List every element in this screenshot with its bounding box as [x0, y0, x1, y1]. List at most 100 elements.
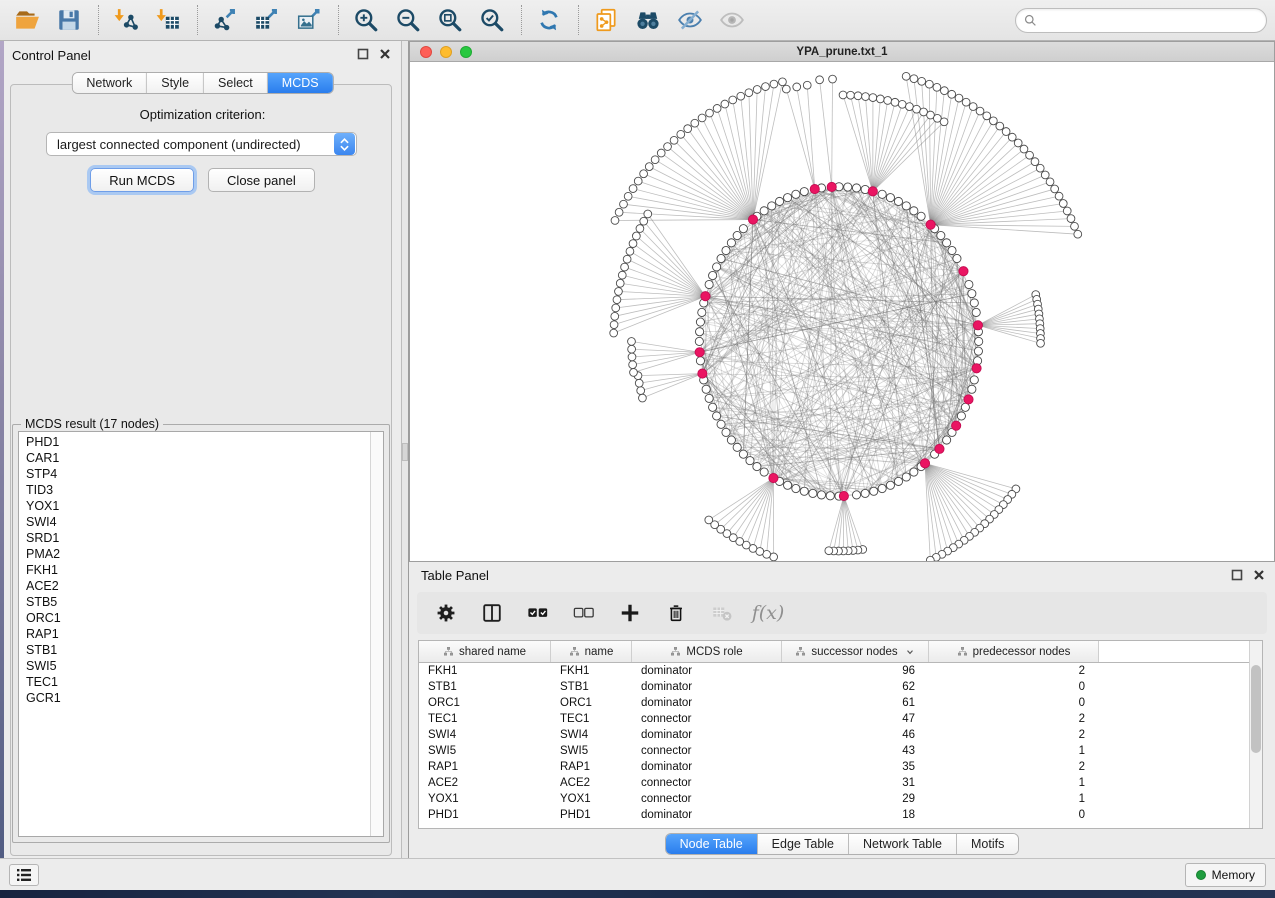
- node-table: shared name name MCDS role: [418, 640, 1263, 829]
- eye-icon[interactable]: [715, 5, 749, 35]
- mcds-result-node[interactable]: FKH1: [19, 562, 369, 578]
- mcds-result-node[interactable]: STP4: [19, 466, 369, 482]
- table-settings-gear-icon[interactable]: [433, 600, 459, 626]
- main-toolbar: [0, 0, 1275, 41]
- import-network-icon[interactable]: [109, 5, 143, 35]
- close-panel-icon[interactable]: [379, 48, 391, 60]
- table-row[interactable]: ORC1 ORC1 dominator 61 0: [419, 695, 1262, 711]
- table-scrollbar-thumb[interactable]: [1251, 665, 1261, 753]
- mcds-result-node[interactable]: TEC1: [19, 674, 369, 690]
- mcds-result-title: MCDS result (17 nodes): [21, 417, 163, 431]
- mcds-result-node[interactable]: SWI5: [19, 658, 369, 674]
- import-table-icon[interactable]: [151, 5, 185, 35]
- zoom-in-icon[interactable]: [349, 5, 383, 35]
- mcds-result-node[interactable]: YOX1: [19, 498, 369, 514]
- control-panel-tab[interactable]: Select: [204, 73, 268, 93]
- mcds-result-node[interactable]: ORC1: [19, 610, 369, 626]
- function-builder-icon[interactable]: f(x): [755, 600, 781, 626]
- memory-button[interactable]: Memory: [1185, 863, 1266, 887]
- mcds-list-scrollbar[interactable]: [370, 432, 383, 836]
- table-row[interactable]: ACE2 ACE2 connector 31 1: [419, 775, 1262, 791]
- select-all-icon[interactable]: [525, 600, 551, 626]
- table-row[interactable]: SWI5 SWI5 connector 43 1: [419, 743, 1262, 759]
- zoom-out-icon[interactable]: [391, 5, 425, 35]
- column-header[interactable]: MCDS role: [632, 641, 782, 662]
- mcds-result-node[interactable]: RAP1: [19, 626, 369, 642]
- eye-slash-icon[interactable]: [673, 5, 707, 35]
- close-table-panel-icon[interactable]: [1253, 569, 1265, 581]
- control-panel-tab[interactable]: MCDS: [268, 73, 333, 93]
- delete-icon[interactable]: [663, 600, 689, 626]
- mcds-result-node[interactable]: CAR1: [19, 450, 369, 466]
- table-row[interactable]: SWI4 SWI4 dominator 46 2: [419, 727, 1262, 743]
- attribute-icon: [670, 646, 681, 657]
- table-tab[interactable]: Edge Table: [758, 834, 849, 854]
- mcds-result-node[interactable]: PHD1: [19, 434, 369, 450]
- table-row[interactable]: TEC1 TEC1 connector 47 2: [419, 711, 1262, 727]
- mcds-result-node[interactable]: TID3: [19, 482, 369, 498]
- column-header[interactable]: name: [551, 641, 632, 662]
- table-tab[interactable]: Node Table: [666, 834, 758, 854]
- control-panel-tab[interactable]: Style: [147, 73, 204, 93]
- zoom-fit-icon[interactable]: [433, 5, 467, 35]
- add-icon[interactable]: [617, 600, 643, 626]
- panel-splitter[interactable]: [401, 41, 409, 858]
- run-mcds-button[interactable]: Run MCDS: [90, 168, 194, 192]
- table-scrollbar[interactable]: [1249, 641, 1262, 828]
- save-session-icon[interactable]: [52, 5, 86, 35]
- float-panel-icon[interactable]: [357, 48, 369, 60]
- mcds-result-node[interactable]: ACE2: [19, 578, 369, 594]
- table-toolbar: f(x): [417, 592, 1267, 634]
- delete-table-icon[interactable]: [709, 600, 735, 626]
- share-document-icon[interactable]: [589, 5, 623, 35]
- close-panel-button[interactable]: Close panel: [208, 168, 315, 192]
- table-panel-title: Table Panel: [421, 568, 489, 583]
- table-panel: Table Panel f(x) shared name: [409, 562, 1275, 858]
- mcds-result-list: PHD1CAR1STP4TID3YOX1SWI4SRD1PMA2FKH1ACE2…: [18, 431, 384, 837]
- mcds-result-node[interactable]: STB1: [19, 642, 369, 658]
- zoom-selected-icon[interactable]: [475, 5, 509, 35]
- optimization-criterion-label: Optimization criterion:: [4, 107, 401, 122]
- table-row[interactable]: YOX1 YOX1 connector 29 1: [419, 791, 1262, 807]
- network-window-titlebar[interactable]: YPA_prune.txt_1: [410, 42, 1274, 62]
- memory-label: Memory: [1212, 868, 1255, 882]
- table-row[interactable]: STB1 STB1 dominator 62 0: [419, 679, 1262, 695]
- export-image-icon[interactable]: [292, 5, 326, 35]
- mcds-result-node[interactable]: PMA2: [19, 546, 369, 562]
- table-tab[interactable]: Network Table: [849, 834, 957, 854]
- control-panel-tab[interactable]: Network: [72, 73, 147, 93]
- network-window: YPA_prune.txt_1: [409, 41, 1275, 562]
- show-columns-icon[interactable]: [479, 600, 505, 626]
- control-panel-tabs: NetworkStyleSelectMCDS: [72, 73, 332, 93]
- attribute-icon: [795, 646, 806, 657]
- mcds-result-node[interactable]: STB5: [19, 594, 369, 610]
- control-panel: Control Panel NetworkStyleSelectMCDS Opt…: [4, 41, 401, 858]
- table-row[interactable]: PHD1 PHD1 dominator 18 0: [419, 807, 1262, 823]
- mcds-result-node[interactable]: GCR1: [19, 690, 369, 706]
- export-network-icon[interactable]: [208, 5, 242, 35]
- column-header[interactable]: shared name: [419, 641, 551, 662]
- deselect-all-icon[interactable]: [571, 600, 597, 626]
- table-row[interactable]: RAP1 RAP1 dominator 35 2: [419, 759, 1262, 775]
- open-file-icon[interactable]: [10, 5, 44, 35]
- list-icon: [16, 868, 32, 882]
- float-table-panel-icon[interactable]: [1231, 569, 1243, 581]
- table-tab[interactable]: Motifs: [957, 834, 1018, 854]
- mcds-result-group: MCDS result (17 nodes) PHD1CAR1STP4TID3Y…: [12, 424, 390, 843]
- table-row[interactable]: FKH1 FKH1 dominator 96 2: [419, 663, 1262, 679]
- splitter-handle[interactable]: [402, 443, 408, 461]
- refresh-icon[interactable]: [532, 5, 566, 35]
- network-canvas[interactable]: [410, 62, 1274, 561]
- task-history-button[interactable]: [9, 864, 39, 886]
- node-table-body: FKH1 FKH1 dominator 96 2 STB1 STB1 domin…: [419, 663, 1262, 823]
- mcds-result-node[interactable]: SRD1: [19, 530, 369, 546]
- column-header[interactable]: predecessor nodes: [929, 641, 1099, 662]
- binoculars-icon[interactable]: [631, 5, 665, 35]
- criterion-dropdown[interactable]: largest connected component (undirected): [46, 132, 357, 156]
- export-table-icon[interactable]: [250, 5, 284, 35]
- network-graph[interactable]: [410, 62, 1274, 561]
- mcds-result-node[interactable]: SWI4: [19, 514, 369, 530]
- search-box[interactable]: [1015, 8, 1267, 33]
- column-header[interactable]: successor nodes: [782, 641, 929, 662]
- search-input[interactable]: [1042, 14, 1258, 28]
